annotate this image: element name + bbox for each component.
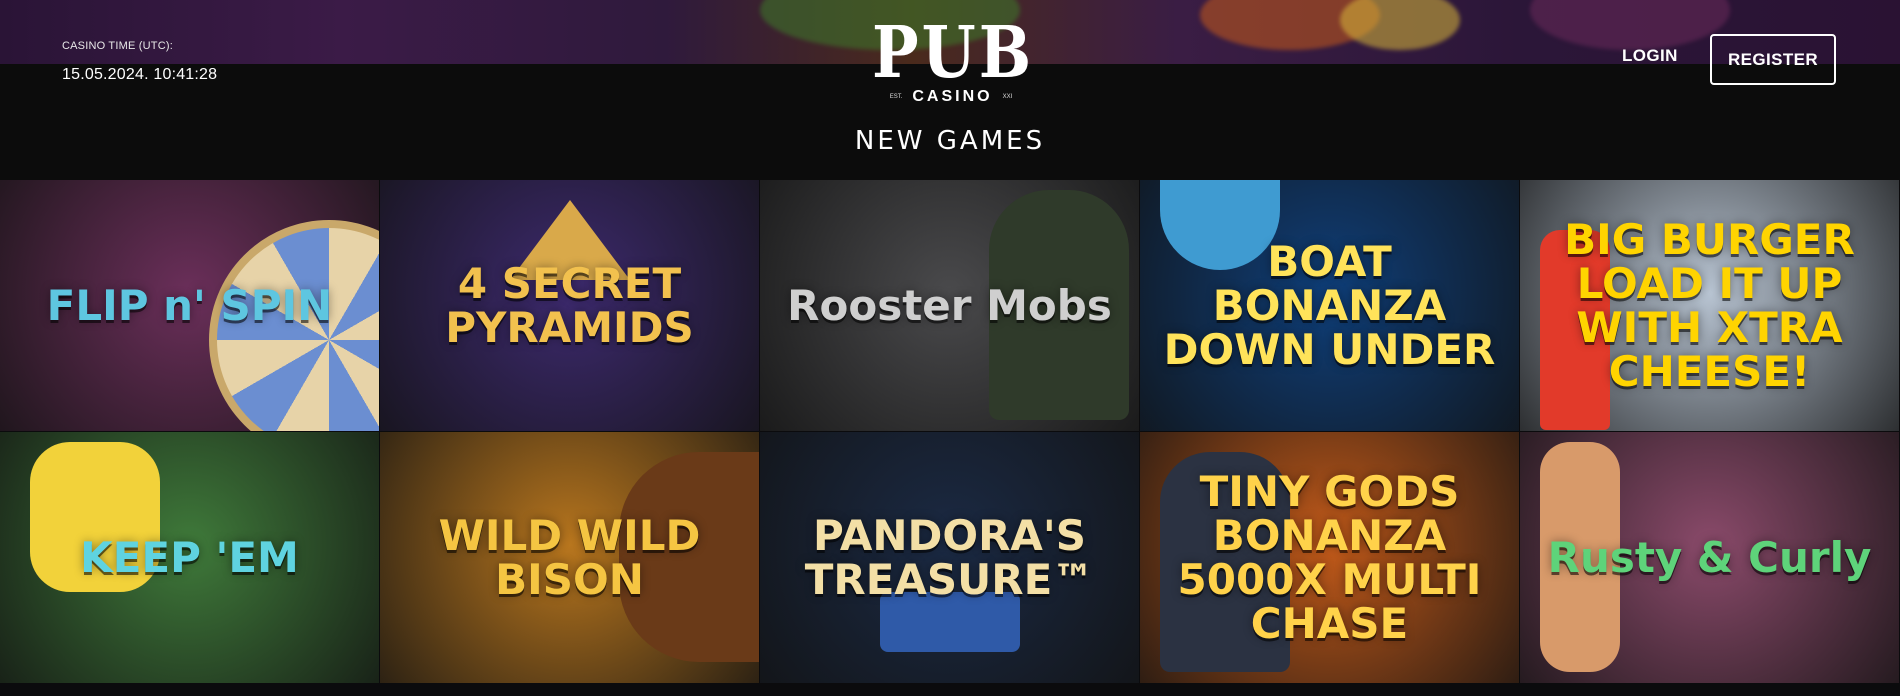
- section-title-new-games: NEW GAMES: [854, 126, 1046, 156]
- casino-time-value: 15.05.2024. 10:41:28: [62, 66, 218, 83]
- game-title: FLIP n' SPIN: [46, 280, 333, 330]
- bottom-strip: [0, 684, 1900, 696]
- game-tile[interactable]: BOAT BONANZA DOWN UNDER: [1140, 180, 1519, 431]
- game-tile[interactable]: TINY GODS BONANZA 5000X MULTI CHASE: [1140, 432, 1519, 683]
- game-tile[interactable]: BIG BURGER LOAD IT UP WITH XTRA CHEESE!: [1520, 180, 1899, 431]
- casino-time-label: CASINO TIME (UTC):: [62, 40, 173, 52]
- game-title: BOAT BONANZA DOWN UNDER: [1163, 236, 1496, 374]
- game-title: BIG BURGER LOAD IT UP WITH XTRA CHEESE!: [1564, 214, 1855, 396]
- game-tile[interactable]: 4 SECRET PYRAMIDS: [380, 180, 759, 431]
- game-tile[interactable]: WILD WILD BISON: [380, 432, 759, 683]
- game-title: KEEP 'EM: [80, 532, 299, 582]
- login-link[interactable]: LOGIN: [1622, 46, 1678, 66]
- new-games-grid: FLIP n' SPIN 4 SECRET PYRAMIDS Rooster M…: [0, 180, 1900, 684]
- pub-casino-logo[interactable]: PUB EST. CASINO XXI: [872, 17, 1031, 110]
- casino-time: CASINO TIME (UTC): 15.05.2024. 10:41:28: [62, 40, 217, 84]
- game-title: Rusty & Curly: [1547, 532, 1872, 582]
- logo-year: XXI: [1002, 94, 1013, 100]
- game-tile[interactable]: Rooster Mobs: [760, 180, 1139, 431]
- game-title: WILD WILD BISON: [438, 510, 701, 604]
- game-title: TINY GODS BONANZA 5000X MULTI CHASE: [1177, 466, 1482, 648]
- game-tile[interactable]: FLIP n' SPIN: [0, 180, 379, 431]
- game-tile[interactable]: KEEP 'EM: [0, 432, 379, 683]
- game-tile[interactable]: Rusty & Curly: [1520, 432, 1899, 683]
- game-title: Rooster Mobs: [787, 280, 1112, 330]
- game-title: 4 SECRET PYRAMIDS: [445, 258, 694, 352]
- game-tile[interactable]: PANDORA'S TREASURE™: [760, 432, 1139, 683]
- register-button[interactable]: REGISTER: [1710, 34, 1836, 85]
- logo-main: PUB: [872, 10, 1035, 95]
- logo-est: EST.: [889, 94, 903, 100]
- game-title: PANDORA'S TREASURE™: [804, 510, 1095, 604]
